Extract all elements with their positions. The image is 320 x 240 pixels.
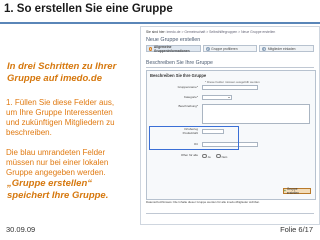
category-select[interactable] (202, 95, 232, 100)
radio-yes-label: Ja (207, 154, 211, 159)
group-form: Beschreiben Sie Ihre Gruppe * Diese Feld… (146, 70, 316, 200)
section-divider (146, 67, 314, 68)
group-name-input[interactable] (202, 85, 258, 90)
radio-yes-circle (202, 153, 207, 159)
blue-fields-hint: Die blau umrandeten Felder müssen nur be… (6, 148, 109, 177)
description-textarea[interactable] (202, 104, 310, 124)
intro-text: In drei Schritten zu Ihrer Gruppe auf im… (7, 61, 117, 84)
privacy-note: Datenschutzhinweis: Die Inhalte dieser G… (146, 200, 260, 204)
app-screenshot: Sie sind hier: imedo.de > Gemeinschaft >… (140, 26, 320, 225)
slide-number: Folie 6/17 (280, 225, 313, 234)
label-description: Beschreibung* (178, 103, 198, 108)
breadcrumb-path[interactable]: imedo.de > Gemeinschaft > Selbsthilfegru… (167, 30, 276, 34)
label-group-name: Gruppenname* (177, 84, 198, 89)
local-fields-highlight (149, 126, 239, 150)
title-divider (0, 22, 320, 24)
step-tab-3[interactable]: 3 Mitglieder einladen (259, 45, 315, 52)
create-group-callout: „Gruppe erstellen“ speichert Ihre Gruppe… (7, 178, 109, 201)
create-group-button[interactable]: + Gruppe erstellen (283, 187, 311, 195)
step-tab-2[interactable]: 2 Gruppe profilieren (202, 45, 258, 52)
step-number-1: 1 (149, 46, 153, 51)
breadcrumb-label: Sie sind hier: (146, 30, 166, 34)
page-heading: Neue Gruppe erstellen (146, 37, 201, 43)
label-open-group: Offen für alle (180, 152, 198, 157)
step-label-1: Allgemeine Gruppeninformationen (153, 44, 190, 53)
breadcrumb: Sie sind hier: imedo.de > Gemeinschaft >… (146, 30, 275, 34)
slide-date: 30.09.09 (6, 225, 36, 234)
step-number-3: 3 (262, 46, 267, 51)
instructions: 1. Füllen Sie diese Felder aus, um Ihre … (6, 98, 124, 178)
step-tab-1[interactable]: 1 Allgemeine Gruppeninformationen (146, 44, 201, 53)
radio-no-circle (216, 153, 221, 159)
slide-title: 1. So erstellen Sie eine Gruppe (4, 3, 173, 15)
radio-no-label: Nein (221, 154, 228, 159)
radio-yes[interactable]: Ja (202, 153, 211, 159)
bottom-divider (146, 213, 314, 214)
form-title: Beschreiben Sie Ihre Gruppe (150, 73, 207, 78)
step-tabs: 1 Allgemeine Gruppeninformationen 2 Grup… (146, 44, 315, 53)
create-group-label: Gruppe erstellen (286, 187, 299, 195)
step-label-2: Gruppe profilieren (211, 46, 238, 51)
plus-icon: + (284, 189, 286, 193)
label-category: Kategorie* (183, 94, 198, 99)
step-instruction: 1. Füllen Sie diese Felder aus, um Ihre … (6, 98, 115, 137)
radio-no[interactable]: Nein (216, 153, 228, 159)
step-label-3: Mitglieder einladen (267, 46, 296, 51)
required-note: * Diese Felder müssen ausgefüllt werden (205, 80, 260, 84)
section-title: Beschreiben Sie Ihre Gruppe (146, 60, 213, 66)
step-number-2: 2 (205, 46, 210, 51)
